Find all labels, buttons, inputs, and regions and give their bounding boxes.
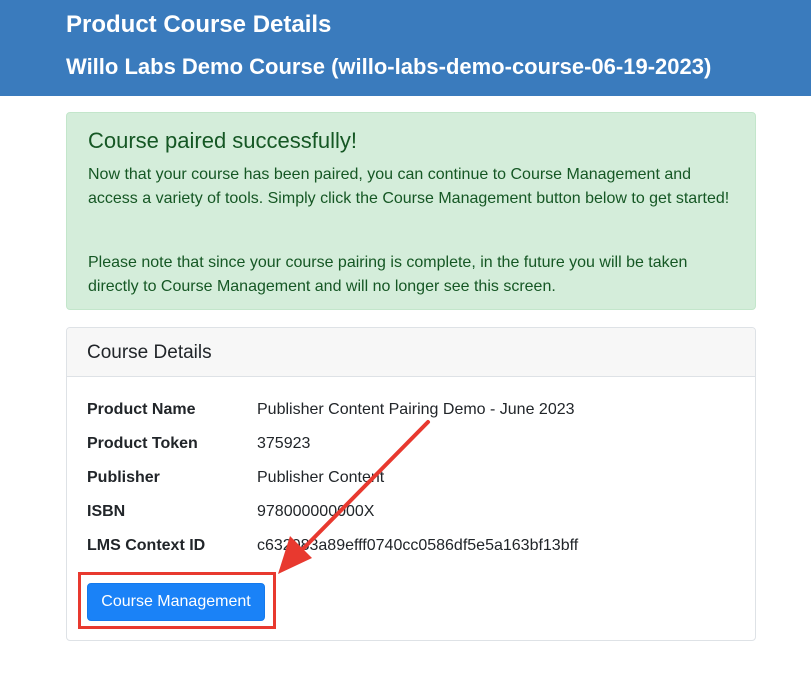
detail-value: Publisher Content Pairing Demo - June 20…	[257, 401, 575, 418]
card-title: Course Details	[87, 342, 212, 363]
detail-row-publisher: Publisher Publisher Content	[87, 466, 737, 490]
course-management-button[interactable]: Course Management	[87, 583, 265, 621]
course-subtitle: Willo Labs Demo Course (willo-labs-demo-…	[66, 54, 712, 79]
card-header: Course Details	[67, 328, 755, 377]
page-title: Product Course Details	[66, 11, 332, 38]
detail-row-product-name: Product Name Publisher Content Pairing D…	[87, 398, 737, 422]
detail-row-product-token: Product Token 375923	[87, 432, 737, 456]
page-header: Product Course Details Willo Labs Demo C…	[0, 0, 811, 96]
success-alert: Course paired successfully! Now that you…	[66, 112, 756, 310]
detail-label: Publisher	[87, 469, 160, 486]
course-details-card: Course Details Product Name Publisher Co…	[66, 327, 756, 641]
detail-label: Product Name	[87, 401, 196, 418]
detail-label: Product Token	[87, 435, 198, 452]
detail-row-isbn: ISBN 978000000000X	[87, 500, 737, 524]
detail-value: 978000000000X	[257, 503, 375, 520]
detail-label: ISBN	[87, 503, 126, 520]
detail-value: Publisher Content	[257, 469, 385, 486]
detail-value: c632083a89efff0740cc0586df5e5a163bf13bff	[257, 537, 579, 554]
alert-paragraph-2: Please note that since your course pairi…	[88, 254, 688, 295]
detail-value: 375923	[257, 435, 311, 452]
alert-paragraph-1: Now that your course has been paired, yo…	[88, 166, 730, 207]
detail-label: LMS Context ID	[87, 537, 206, 554]
alert-heading: Course paired successfully!	[88, 128, 358, 153]
detail-row-lms-context-id: LMS Context ID c632083a89efff0740cc0586d…	[87, 534, 737, 558]
